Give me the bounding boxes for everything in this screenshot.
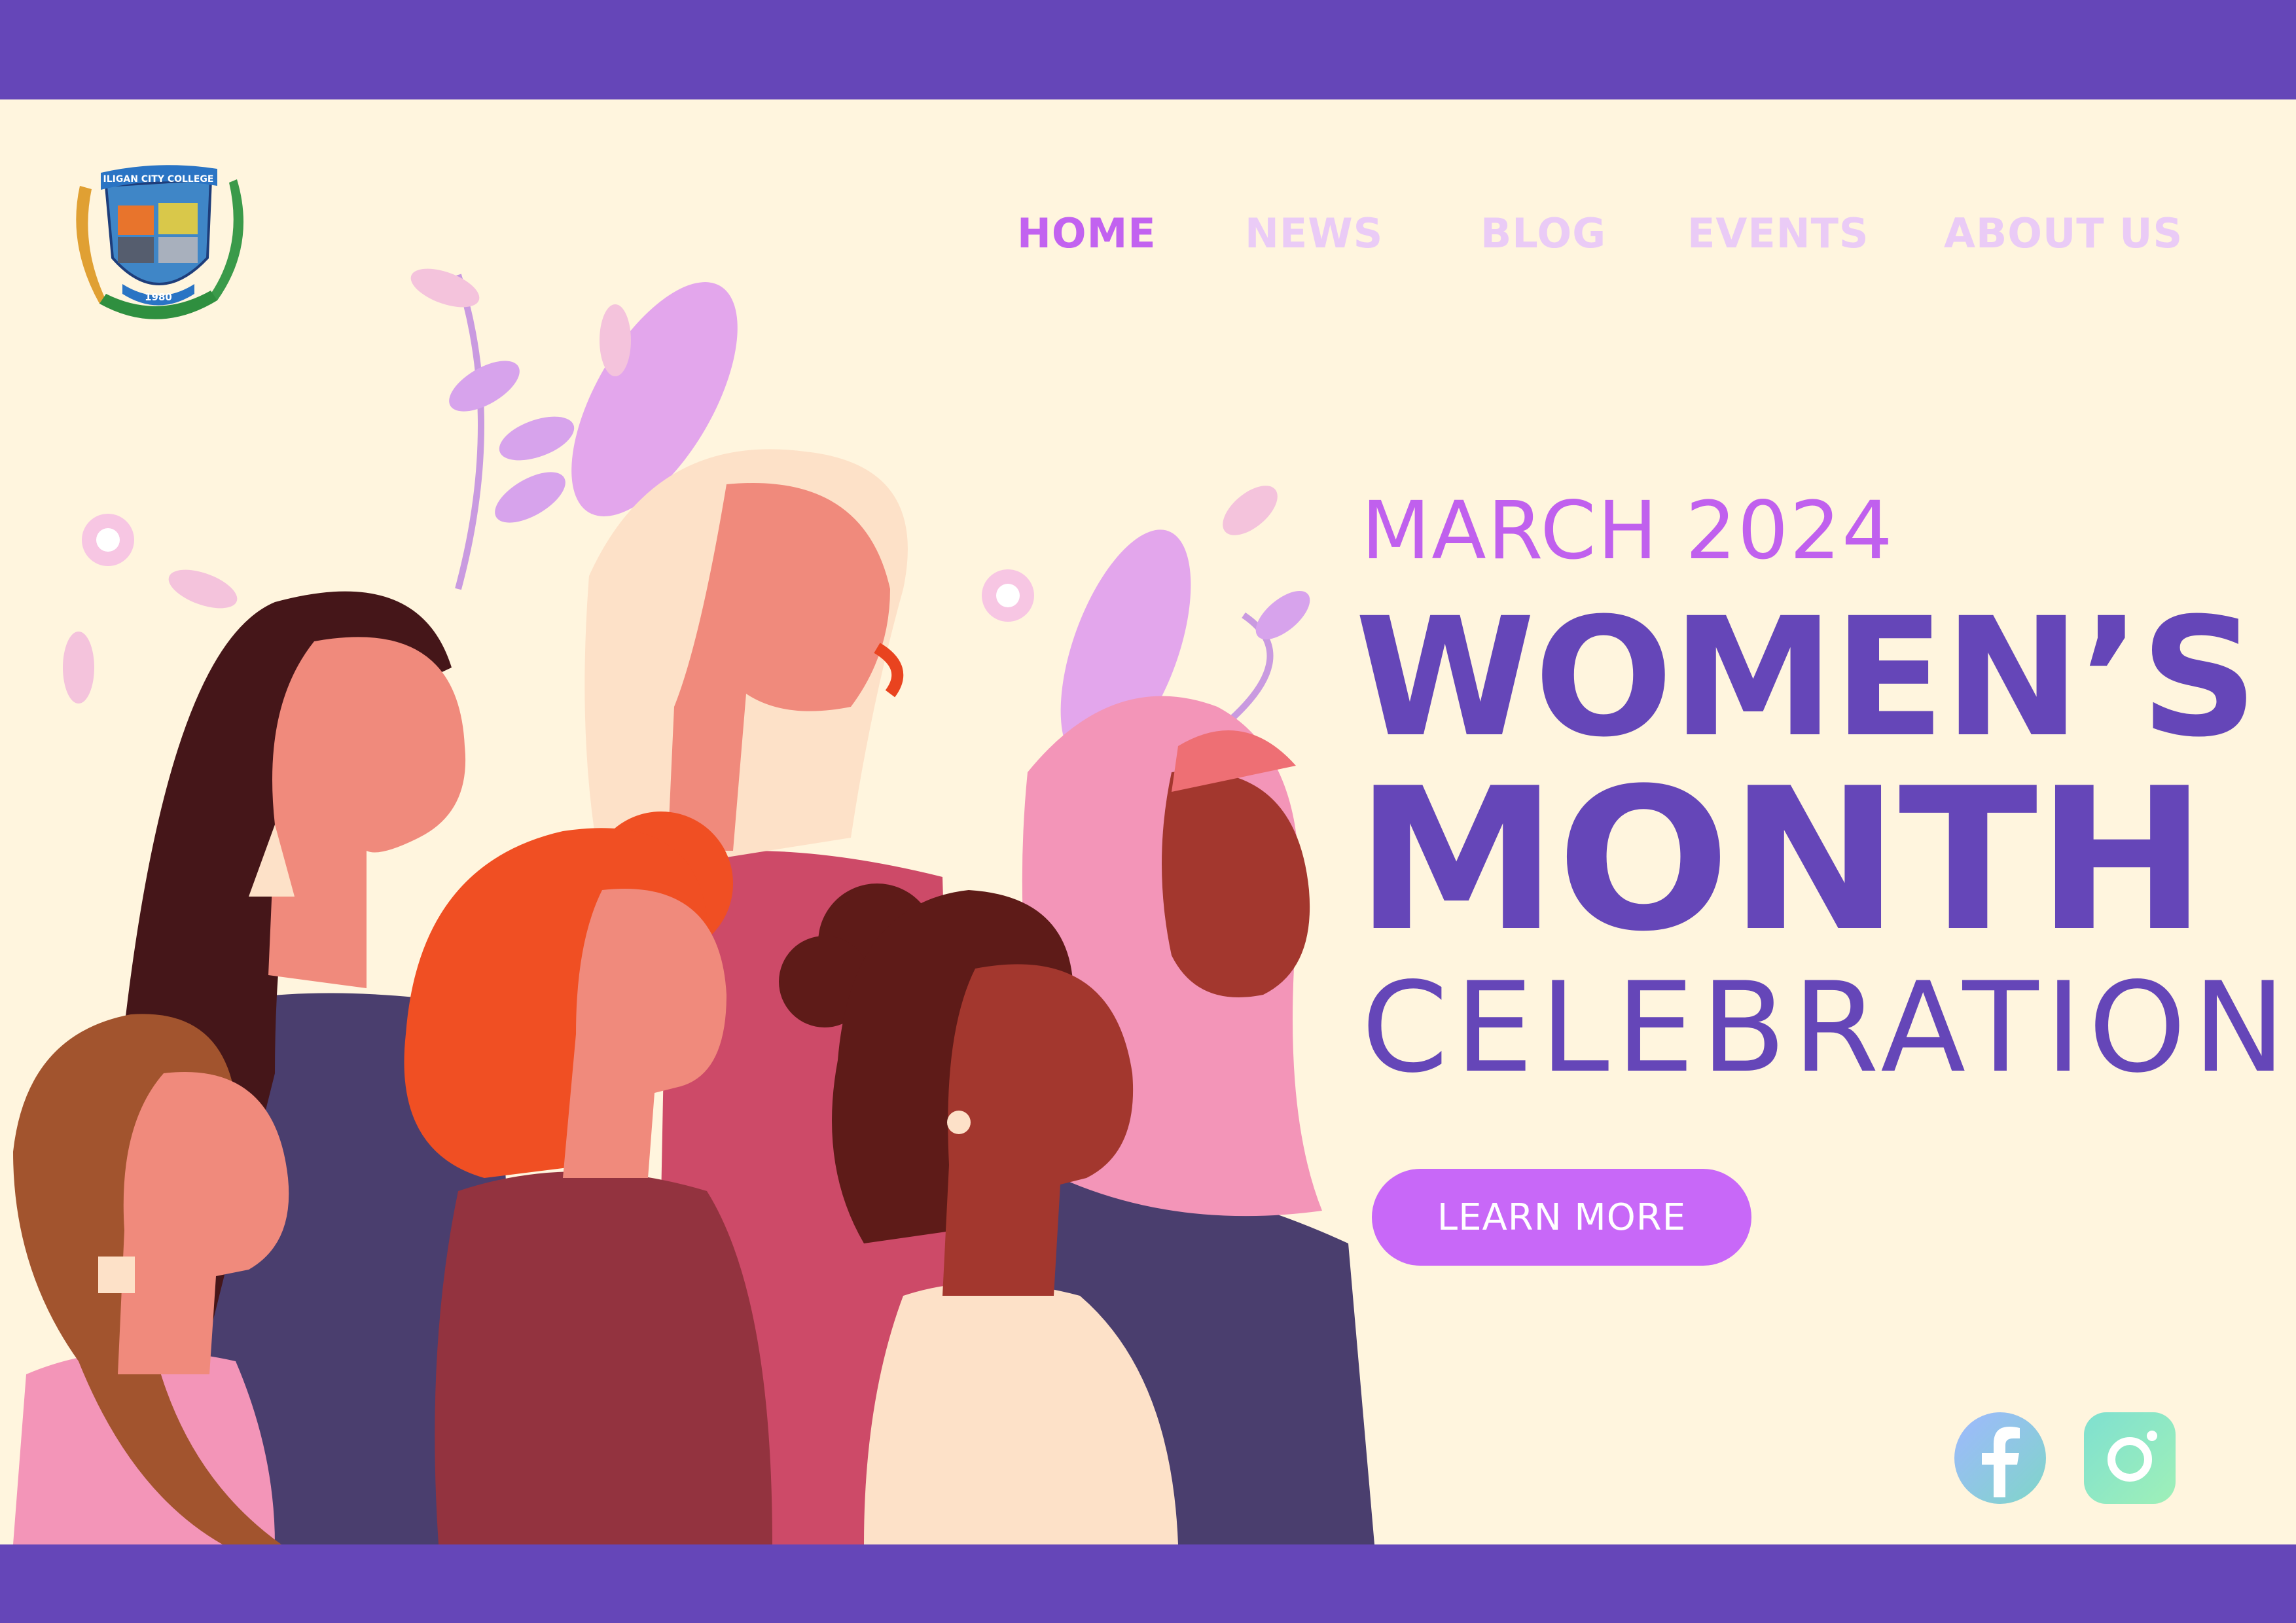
headline-womens: WOMEN’S bbox=[1355, 582, 2258, 773]
top-banner-bar bbox=[0, 0, 2296, 99]
instagram-icon bbox=[2108, 1431, 2157, 1482]
event-date: MARCH 2024 bbox=[1361, 484, 1894, 577]
headline-month: MONTH bbox=[1355, 746, 2207, 974]
instagram-link[interactable] bbox=[2084, 1412, 2176, 1504]
women-illustration bbox=[13, 268, 1374, 1544]
facebook-icon bbox=[1982, 1427, 2020, 1497]
logo-banner-text: ILIGAN CITY COLLEGE bbox=[103, 174, 214, 185]
learn-more-button[interactable]: LEARN MORE bbox=[1372, 1169, 1751, 1266]
nav-blog[interactable]: BLOG bbox=[1480, 209, 1606, 257]
nav-events[interactable]: EVENTS bbox=[1687, 209, 1869, 257]
facebook-link[interactable] bbox=[1954, 1412, 2046, 1504]
headline-celebration: CELEBRATION bbox=[1361, 955, 2293, 1100]
nav-about-us[interactable]: ABOUT US bbox=[1944, 209, 2183, 257]
bottom-banner-bar bbox=[0, 1544, 2296, 1623]
